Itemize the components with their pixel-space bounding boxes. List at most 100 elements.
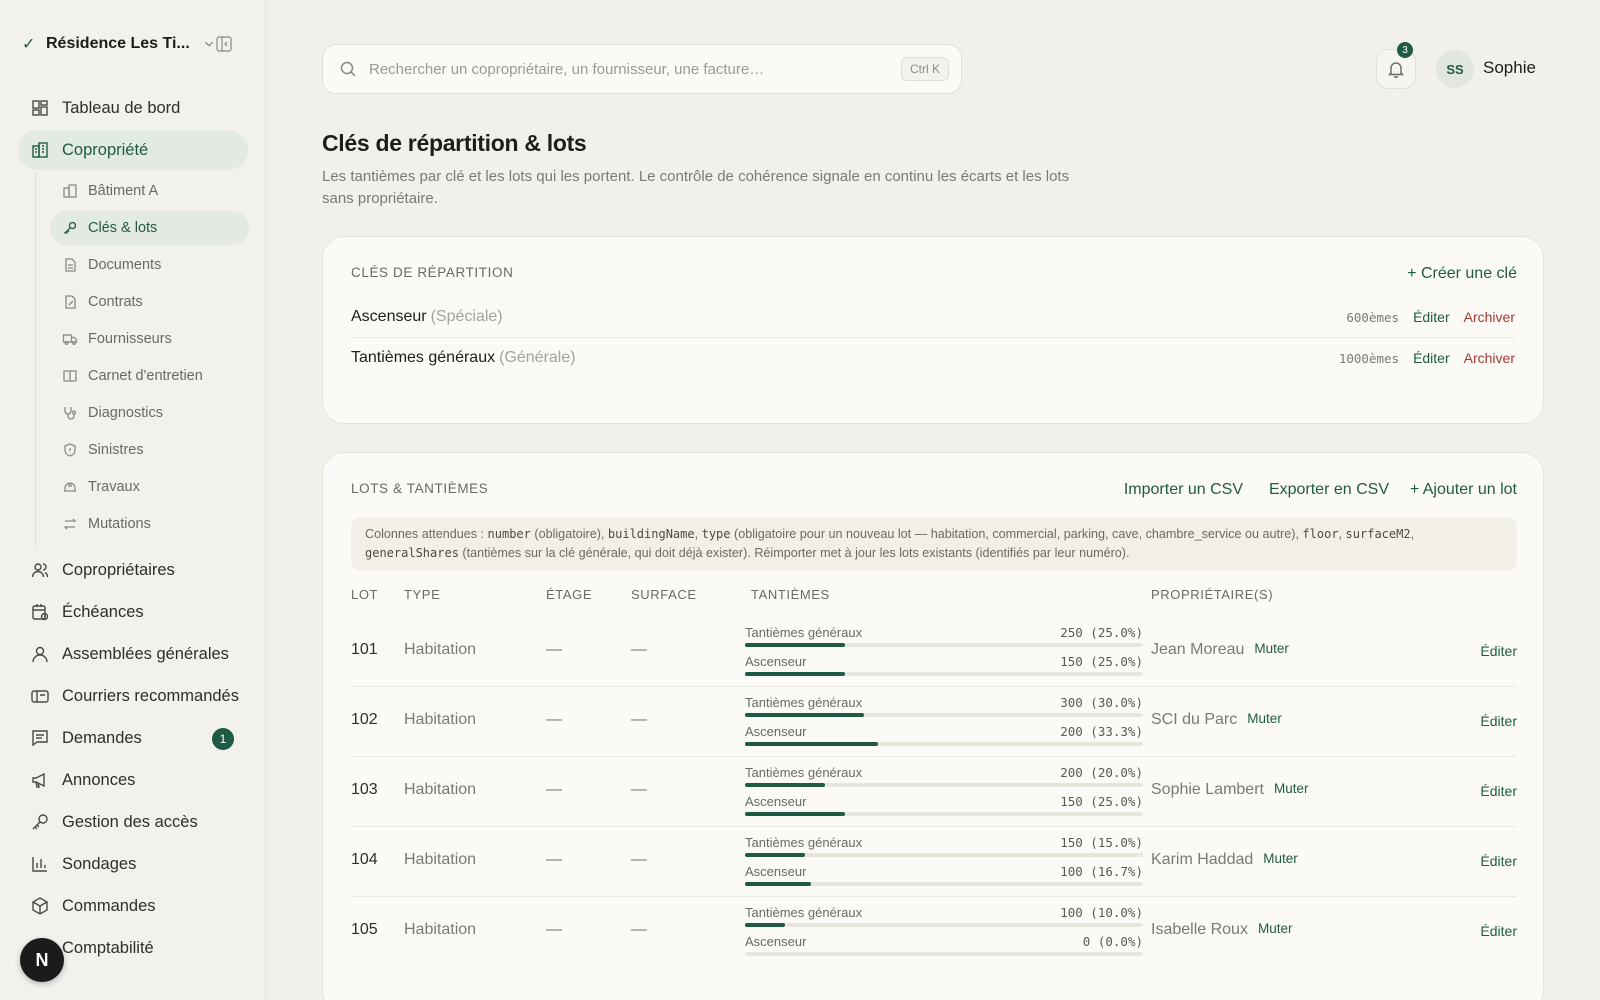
mute-button[interactable]: Muter [1258, 921, 1293, 936]
sidebar-subitem-label: Sinistres [88, 442, 144, 458]
share-key-label: Tantièmes généraux [745, 695, 863, 710]
edit-lot-button[interactable]: Éditer [1480, 643, 1517, 659]
share-entry: Ascenseur 0 (0.0%) [745, 934, 1143, 962]
lot-floor: — [546, 641, 562, 658]
organization-name: Résidence Les Ti... [46, 35, 190, 52]
building-icon [32, 142, 48, 158]
lot-number: 105 [351, 921, 378, 938]
archive-key-button[interactable]: Archiver [1464, 350, 1515, 366]
truck-icon [62, 334, 78, 345]
column-header-lot: Lot [351, 587, 379, 602]
page-description: Les tantièmes par clé et les lots qui le… [322, 168, 1070, 207]
sidebar-subitem-carnet[interactable]: Carnet d'entretien [50, 359, 249, 393]
share-value: 200 (33.3%) [1060, 724, 1143, 739]
sidebar-item-demandes[interactable]: Demandes 1 [18, 718, 248, 758]
user-name[interactable]: Sophie [1483, 58, 1536, 78]
notifications-count-badge: 3 [1397, 42, 1413, 58]
share-value: 250 (25.0%) [1060, 625, 1143, 640]
share-entry: Tantièmes généraux 200 (20.0%) [745, 765, 1143, 793]
lot-number: 101 [351, 641, 378, 658]
search-input[interactable]: Rechercher un copropriétaire, un fournis… [322, 44, 962, 94]
sidebar-subitem-travaux[interactable]: Travaux [50, 470, 249, 504]
sidebar-item-annonces[interactable]: Annonces [18, 760, 248, 800]
sidebar-subitem-sinistres[interactable]: Sinistres [50, 433, 249, 467]
sidebar-item-acces[interactable]: Gestion des accès [18, 802, 248, 842]
sidebar-item-echeances[interactable]: Échéances [18, 592, 248, 632]
edit-lot-button[interactable]: Éditer [1480, 783, 1517, 799]
lot-owner: Sophie Lambert Muter [1151, 781, 1308, 799]
lot-surface: — [631, 781, 647, 798]
share-entry: Tantièmes généraux 150 (15.0%) [745, 835, 1143, 863]
mute-button[interactable]: Muter [1254, 641, 1289, 656]
share-bar-track [745, 742, 1143, 746]
share-bar-fill [745, 783, 825, 787]
edit-lot-button[interactable]: Éditer [1480, 713, 1517, 729]
sidebar-item-coproprietaires[interactable]: Copropriétaires [18, 550, 248, 590]
share-bar-track [745, 812, 1143, 816]
sidebar-subitem-documents[interactable]: Documents [50, 248, 249, 282]
import-csv-button[interactable]: Importer un CSV [1124, 481, 1243, 499]
info-text: , [1338, 527, 1346, 541]
owner-name[interactable]: Isabelle Roux [1151, 921, 1248, 939]
bar-chart-icon [32, 857, 47, 872]
page-title: Clés de répartition & lots [322, 130, 587, 156]
lot-type: Habitation [404, 921, 477, 938]
sidebar-subitem-cles-lots[interactable]: Clés & lots [50, 211, 249, 245]
lot-owner: Karim Haddad Muter [1151, 851, 1298, 869]
dashboard-icon [32, 100, 48, 116]
share-entry: Tantièmes généraux 250 (25.0%) [745, 625, 1143, 653]
owner-name[interactable]: SCI du Parc [1151, 711, 1237, 729]
sidebar-subitem-label: Clés & lots [88, 220, 158, 236]
edit-lot-button[interactable]: Éditer [1480, 853, 1517, 869]
sidebar-subitem-fournisseurs[interactable]: Fournisseurs [50, 322, 249, 356]
info-code: generalShares [365, 546, 459, 560]
calendar-clock-icon [32, 604, 49, 621]
search-icon [340, 61, 356, 77]
sidebar-item-courriers[interactable]: Courriers recommandés [18, 676, 248, 716]
owner-name[interactable]: Karim Haddad [1151, 851, 1253, 869]
avatar[interactable]: SS [1436, 50, 1474, 88]
share-bar-track [745, 882, 1143, 886]
lot-surface: — [631, 641, 647, 658]
mute-button[interactable]: Muter [1263, 851, 1298, 866]
share-value: 100 (10.0%) [1060, 905, 1143, 920]
archive-key-button[interactable]: Archiver [1464, 309, 1515, 325]
sidebar-subitem-diagnostics[interactable]: Diagnostics [50, 396, 249, 430]
card-title: Clés de répartition [351, 265, 514, 280]
owner-name[interactable]: Jean Moreau [1151, 641, 1244, 659]
mute-button[interactable]: Muter [1274, 781, 1309, 796]
add-lot-button[interactable]: + Ajouter un lot [1410, 481, 1517, 499]
key-actions: 600èmes Éditer Archiver [1346, 309, 1515, 325]
sidebar-item-dashboard[interactable]: Tableau de bord [18, 88, 248, 128]
share-value: 150 (25.0%) [1060, 654, 1143, 669]
edit-key-button[interactable]: Éditer [1413, 309, 1450, 325]
info-text: , [1410, 527, 1415, 541]
book-icon [63, 370, 77, 382]
create-key-button[interactable]: + Créer une clé [1407, 265, 1517, 283]
sidebar-item-label: Demandes [62, 728, 142, 747]
mute-button[interactable]: Muter [1247, 711, 1282, 726]
notifications-button[interactable]: 3 [1376, 42, 1416, 89]
sidebar-item-label: Copropriétaires [62, 560, 175, 579]
column-header-shares: Tantièmes [751, 587, 830, 602]
sidebar-subitem-contrats[interactable]: Contrats [50, 285, 249, 319]
megaphone-icon [32, 772, 45, 788]
organization-switcher[interactable]: ✓ Résidence Les Ti... [22, 32, 244, 56]
edit-lot-button[interactable]: Éditer [1480, 923, 1517, 939]
lot-surface: — [631, 711, 647, 728]
sidebar-collapse-icon[interactable] [214, 34, 234, 54]
owner-name[interactable]: Sophie Lambert [1151, 781, 1264, 799]
edit-key-button[interactable]: Éditer [1413, 350, 1450, 366]
sidebar-item-label: Tableau de bord [62, 98, 181, 117]
sidebar-subitem-mutations[interactable]: Mutations [50, 507, 249, 541]
floating-n-button[interactable]: N [20, 938, 64, 982]
sidebar-item-copropriete[interactable]: Copropriété [18, 130, 248, 170]
lot-owner: Jean Moreau Muter [1151, 641, 1289, 659]
sidebar-subitem-batiment-a[interactable]: Bâtiment A [50, 174, 249, 208]
table-row: 105 Habitation — — Tantièmes généraux 100 (10… [351, 897, 1517, 967]
sidebar-item-assemblees[interactable]: Assemblées générales [18, 634, 248, 674]
building-small-icon [63, 184, 77, 198]
export-csv-button[interactable]: Exporter en CSV [1269, 481, 1389, 499]
sidebar-item-sondages[interactable]: Sondages [18, 844, 248, 884]
sidebar-item-commandes[interactable]: Commandes [18, 886, 248, 926]
